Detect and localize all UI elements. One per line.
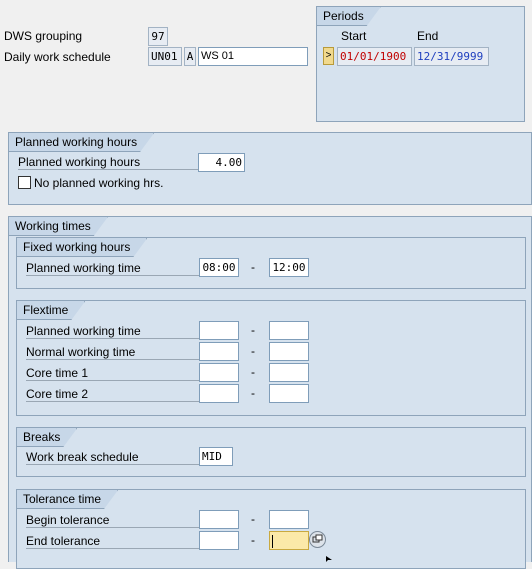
- flextime-normal-dash: -: [251, 344, 255, 358]
- working-times-title: Working times: [9, 217, 108, 236]
- planned-working-hours-title: Planned working hours: [9, 133, 154, 152]
- flextime-core2-label: Core time 2: [26, 387, 199, 402]
- tolerance-time-title: Tolerance time: [17, 490, 118, 509]
- end-tolerance-dash: -: [251, 533, 255, 547]
- flextime-normal-label: Normal working time: [26, 345, 199, 360]
- mouse-pointer-icon: [326, 556, 332, 562]
- fixed-working-hours-group: Fixed working hours Planned working time…: [16, 237, 526, 289]
- fixed-range-dash: -: [251, 260, 255, 274]
- fixed-working-hours-title: Fixed working hours: [17, 238, 147, 257]
- period-end-field: 12/31/9999: [414, 47, 489, 66]
- dws-grouping-label: DWS grouping: [4, 29, 83, 43]
- fixed-to-field[interactable]: 12:00: [269, 258, 309, 277]
- breaks-group: Breaks Work break schedule MID: [16, 427, 526, 477]
- flextime-title: Flextime: [17, 301, 85, 320]
- flextime-planned-from-field[interactable]: [199, 321, 239, 340]
- daily-work-schedule-variant-field: A: [184, 47, 196, 66]
- begin-tolerance-to-field[interactable]: [269, 510, 309, 529]
- flextime-core1-from-field[interactable]: [199, 363, 239, 382]
- text-cursor: [272, 534, 273, 548]
- period-start-field: 01/01/1900: [337, 47, 412, 66]
- tolerance-time-group: Tolerance time Begin tolerance - End tol…: [16, 489, 526, 569]
- begin-tolerance-label: Begin tolerance: [26, 513, 199, 528]
- dws-grouping-field: 97: [148, 27, 168, 46]
- work-break-schedule-label: Work break schedule: [26, 450, 199, 465]
- fixed-from-field[interactable]: 08:00: [199, 258, 239, 277]
- flextime-core2-to-field[interactable]: [269, 384, 309, 403]
- periods-end-header: End: [417, 29, 439, 43]
- work-break-schedule-field[interactable]: MID: [199, 447, 233, 466]
- daily-work-schedule-label: Daily work schedule: [4, 50, 111, 64]
- flextime-core2-dash: -: [251, 386, 255, 400]
- periods-group: Periods Start End > 01/01/1900 12/31/999…: [316, 6, 525, 122]
- begin-tolerance-from-field[interactable]: [199, 510, 239, 529]
- flextime-core1-to-field[interactable]: [269, 363, 309, 382]
- end-tolerance-to-field[interactable]: [269, 531, 309, 550]
- end-tolerance-label: End tolerance: [26, 534, 199, 549]
- flextime-normal-to-field[interactable]: [269, 342, 309, 361]
- flextime-planned-label: Planned working time: [26, 324, 199, 339]
- flextime-planned-to-field[interactable]: [269, 321, 309, 340]
- flextime-planned-dash: -: [251, 323, 255, 337]
- flextime-group: Flextime Planned working time - Normal w…: [16, 300, 526, 416]
- period-select-button[interactable]: >: [323, 47, 334, 65]
- planned-hours-label: Planned working hours: [18, 155, 200, 170]
- periods-group-title: Periods: [317, 7, 381, 26]
- no-planned-hours-label: No planned working hrs.: [34, 176, 164, 190]
- periods-start-header: Start: [341, 29, 367, 43]
- flextime-core1-label: Core time 1: [26, 366, 199, 381]
- daily-work-schedule-text-field[interactable]: WS 01: [198, 47, 308, 66]
- flextime-core2-from-field[interactable]: [199, 384, 239, 403]
- planned-hours-field[interactable]: 4.00: [198, 153, 245, 172]
- fixed-planned-time-label: Planned working time: [26, 261, 199, 276]
- value-help-icon: [312, 534, 323, 543]
- no-planned-hours-checkbox[interactable]: [18, 176, 31, 189]
- planned-working-hours-group: Planned working hours Planned working ho…: [8, 132, 532, 205]
- breaks-title: Breaks: [17, 428, 77, 447]
- begin-tolerance-dash: -: [251, 512, 255, 526]
- daily-work-schedule-code-field: UN01: [148, 47, 182, 66]
- flextime-core1-dash: -: [251, 365, 255, 379]
- flextime-normal-from-field[interactable]: [199, 342, 239, 361]
- value-help-button[interactable]: [309, 531, 326, 548]
- end-tolerance-from-field[interactable]: [199, 531, 239, 550]
- working-times-group: Working times Fixed working hours Planne…: [8, 216, 532, 569]
